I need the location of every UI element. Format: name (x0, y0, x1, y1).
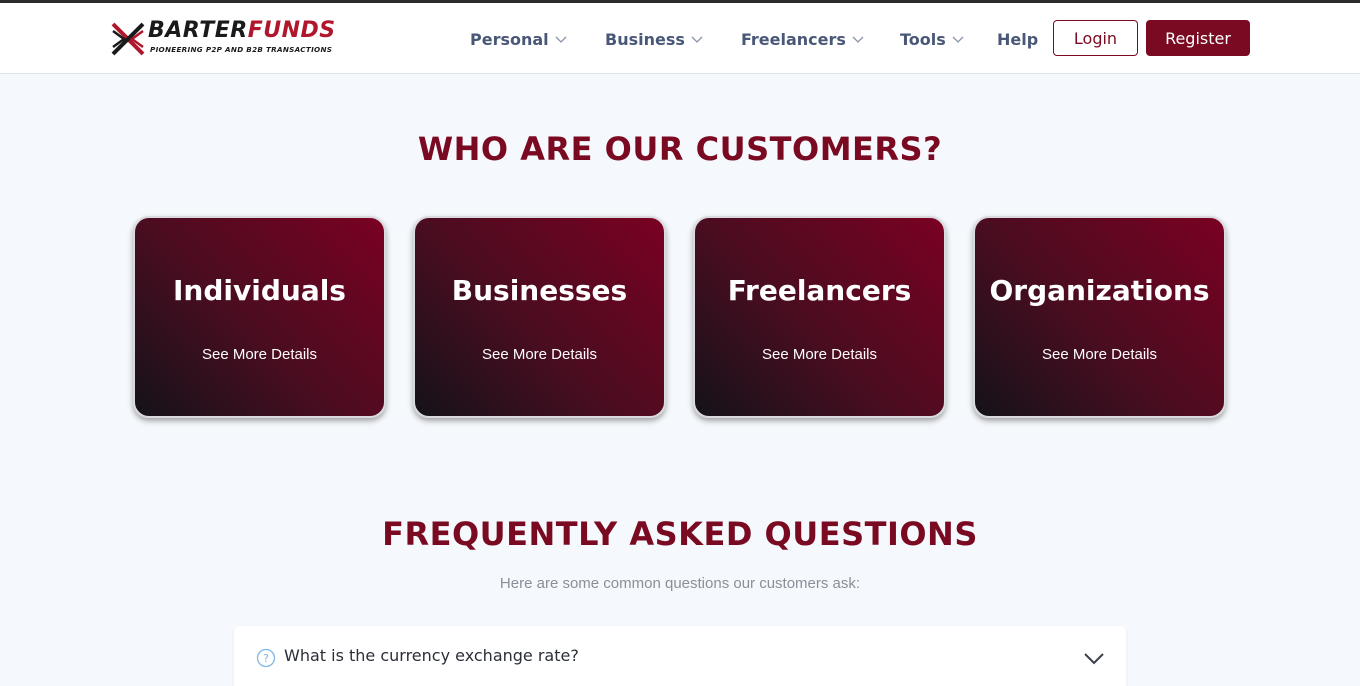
question-circle-icon: ? (256, 648, 276, 668)
see-more-link[interactable]: See More Details (695, 346, 944, 363)
login-button[interactable]: Login (1053, 20, 1138, 56)
card-title: Individuals (173, 274, 346, 307)
nav-personal[interactable]: Personal (470, 27, 567, 51)
faq-subtitle: Here are some common questions our custo… (499, 575, 861, 592)
customers-heading: WHO ARE OUR CUSTOMERS? (417, 130, 943, 168)
chevron-down-icon (555, 36, 567, 43)
see-more-link[interactable]: See More Details (975, 346, 1224, 363)
card-individuals[interactable]: Individuals See More Details (133, 216, 386, 418)
faq-heading: FREQUENTLY ASKED QUESTIONS (382, 515, 978, 553)
nav-business[interactable]: Business (605, 27, 703, 51)
faq-item[interactable]: ? What is the currency exchange rate? (234, 626, 1126, 686)
nav-help[interactable]: Help (997, 27, 1038, 51)
card-businesses[interactable]: Businesses See More Details (413, 216, 666, 418)
register-button[interactable]: Register (1146, 20, 1250, 56)
card-title: Organizations (989, 274, 1210, 307)
nav-freelancers[interactable]: Freelancers (741, 27, 864, 51)
faq-question: What is the currency exchange rate? (284, 646, 579, 665)
see-more-link[interactable]: See More Details (415, 346, 664, 363)
nav-tools-label: Tools (900, 29, 946, 49)
nav-tools[interactable]: Tools (900, 27, 964, 51)
chevron-down-icon (691, 36, 703, 43)
card-freelancers[interactable]: Freelancers See More Details (693, 216, 946, 418)
card-title: Freelancers (727, 274, 912, 307)
nav-personal-label: Personal (470, 29, 549, 49)
nav-freelancers-label: Freelancers (741, 29, 846, 49)
customer-cards: Individuals See More Details Businesses … (0, 216, 1360, 418)
nav-help-label: Help (997, 29, 1039, 49)
see-more-link[interactable]: See More Details (135, 346, 384, 363)
svg-text:?: ? (263, 652, 269, 665)
site-header: BARTERFUNDS PIONEERING P2P AND B2B TRANS… (0, 3, 1360, 74)
chevron-down-icon (952, 36, 964, 43)
nav-business-label: Business (605, 29, 685, 49)
chevron-down-icon[interactable] (1082, 648, 1106, 668)
main-nav: Personal Business Freelancers Tools Help… (0, 3, 1360, 74)
card-title: Businesses (451, 274, 628, 307)
card-organizations[interactable]: Organizations See More Details (973, 216, 1226, 418)
chevron-down-icon (852, 36, 864, 43)
